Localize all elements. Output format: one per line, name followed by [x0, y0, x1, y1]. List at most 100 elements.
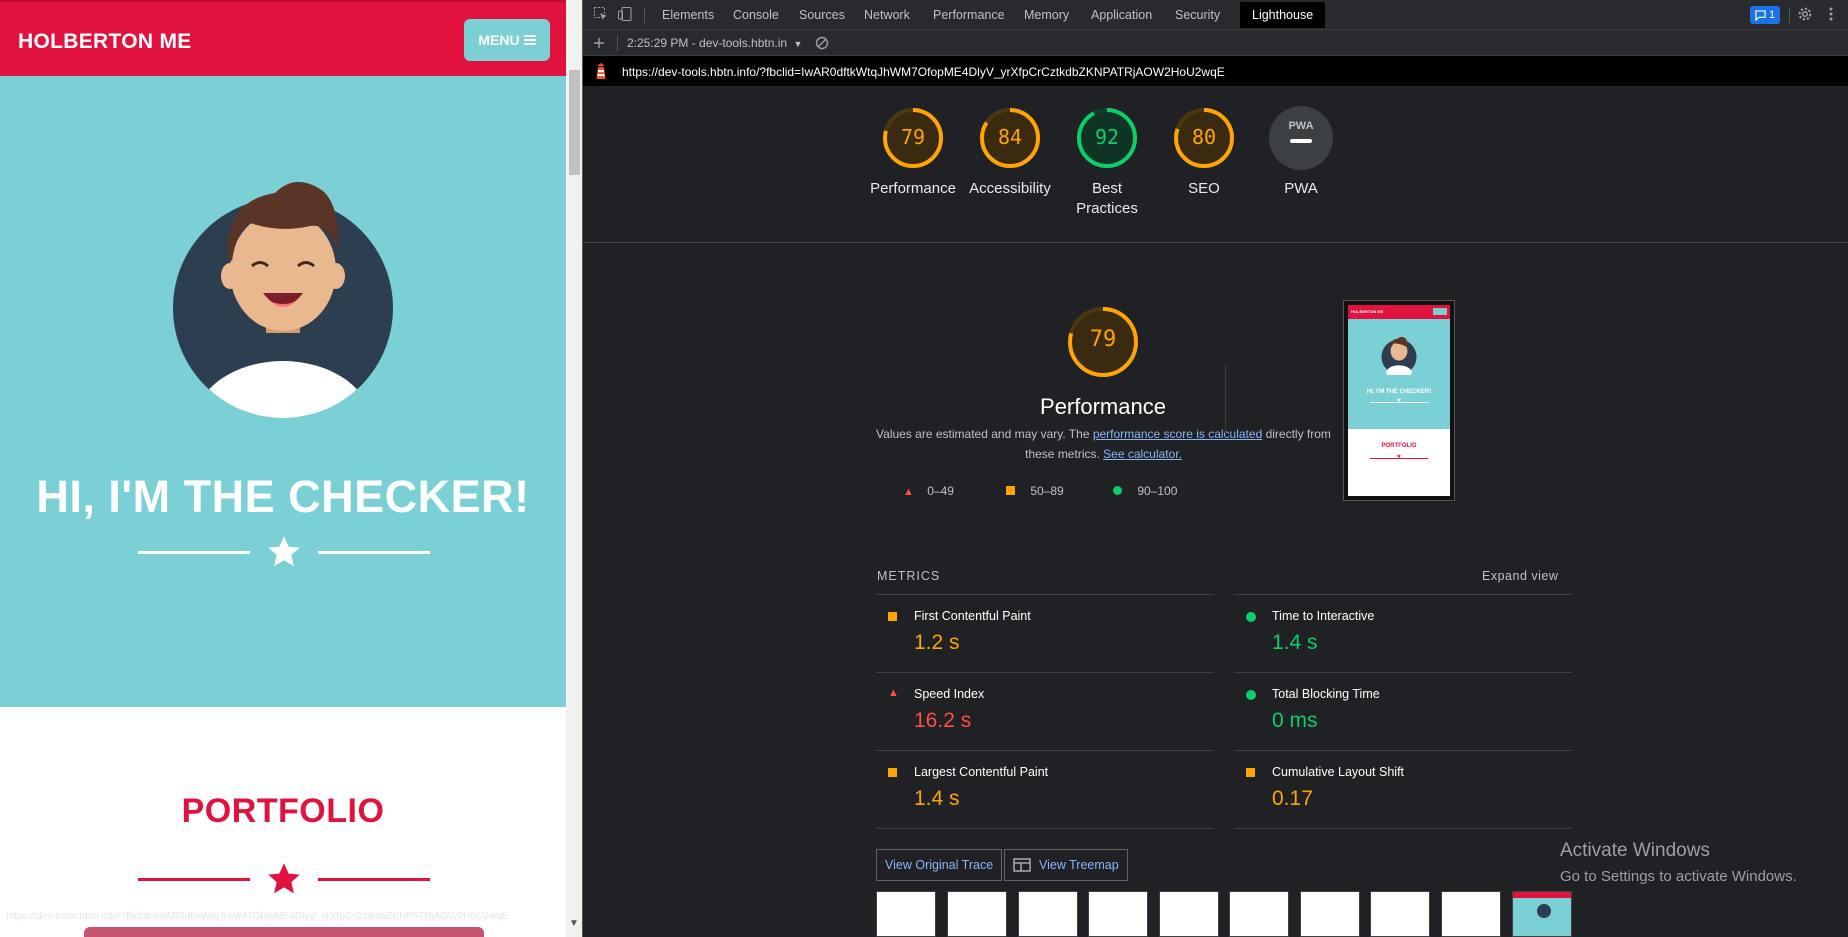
lighthouse-report: 79 Performance 84 Accessibility 92 Best …: [583, 86, 1848, 937]
portfolio-card-edge: [84, 927, 484, 937]
plus-icon[interactable]: [591, 35, 607, 51]
metric-value: 1.2 s: [914, 631, 960, 654]
gear-icon[interactable]: [1797, 6, 1813, 22]
filmstrip-frame: [1088, 891, 1148, 937]
expand-view-toggle[interactable]: Expand view: [1482, 569, 1558, 583]
thumb-star-icon: ★: [1396, 454, 1402, 460]
gauge-label: PWA: [1284, 180, 1318, 197]
metric-value: 0 ms: [1272, 709, 1318, 732]
toolbar-separator: [644, 7, 645, 23]
mobile-site-preview: HOLBERTON ME MENU HI, I'M THE CHECKER! P…: [0, 0, 583, 937]
metrics-bottom-rule: [1234, 828, 1572, 829]
issues-count: 1: [1768, 9, 1776, 21]
filmstrip-frame: [1018, 891, 1078, 937]
thumb-logo: HOLBERTON ME: [1351, 309, 1384, 314]
performance-score: 79: [1089, 327, 1117, 352]
pass-circle-icon: [1246, 612, 1256, 622]
hero-title: HI, I'M THE CHECKER!: [36, 471, 530, 522]
avatar-illustration: [173, 181, 393, 418]
gauge-pwa[interactable]: PWA PWA: [1246, 105, 1356, 199]
activate-windows-watermark: Activate Windows Go to Settings to activ…: [1560, 840, 1797, 885]
site-logo[interactable]: HOLBERTON ME: [18, 30, 192, 54]
metric-speed-index: ▲ Speed Index 16.2 s: [876, 672, 1214, 750]
report-url[interactable]: https://dev-tools.hbtn.info/?fbclid=IwAR…: [622, 65, 1225, 79]
gauge-seo[interactable]: 80 SEO: [1149, 105, 1259, 199]
clear-icon[interactable]: [814, 35, 830, 51]
performance-score-link[interactable]: performance score is calculated: [1093, 427, 1262, 441]
report-select-value: 2:25:29 PM - dev-tools.hbtn.in: [627, 36, 788, 50]
desc-text: Values are estimated and may vary. The: [876, 427, 1093, 441]
tab-application[interactable]: Application: [1091, 8, 1152, 22]
tab-memory[interactable]: Memory: [1024, 8, 1069, 22]
filmstrip-frame-final: [1512, 891, 1572, 937]
gauge-label: SEO: [1188, 180, 1220, 197]
thumb-star-icon: ★: [1396, 398, 1402, 404]
treemap-icon: [1013, 858, 1031, 872]
pwa-badge-icon: PWA: [1269, 106, 1333, 170]
inspect-element-icon[interactable]: [593, 6, 609, 22]
issues-badge[interactable]: 1: [1750, 6, 1780, 24]
metrics-heading: METRICS: [877, 569, 941, 583]
screen: HOLBERTON ME MENU HI, I'M THE CHECKER! P…: [0, 0, 1848, 937]
score-gauges: 79 Performance 84 Accessibility 92 Best …: [583, 86, 1848, 243]
gauge-best-practices[interactable]: 92 Best Practices: [1052, 105, 1162, 219]
site-header: HOLBERTON ME MENU: [0, 0, 566, 76]
triangle-icon: ▲: [903, 486, 914, 498]
filmstrip-frame: [1370, 891, 1430, 937]
legend-pass: 90–100: [1113, 484, 1177, 498]
scroll-down-arrow-icon[interactable]: ▼: [569, 918, 579, 929]
more-options-icon[interactable]: [1823, 6, 1839, 22]
final-screenshot[interactable]: HOLBERTON ME HI, I'M THE CHECKER! ★ PORT…: [1343, 300, 1455, 501]
see-calculator-link[interactable]: See calculator.: [1103, 447, 1182, 461]
tab-sources[interactable]: Sources: [799, 8, 845, 22]
pass-circle-icon: [1246, 690, 1256, 700]
fail-triangle-icon: ▲: [888, 687, 899, 699]
metric-name: Total Blocking Time: [1272, 687, 1380, 701]
scrollbar-thumb[interactable]: [569, 70, 580, 175]
devtools-tabbar: Elements Console Sources Network Perform…: [583, 0, 1848, 30]
lighthouse-logo-icon: [596, 63, 606, 79]
button-label: View Original Trace: [885, 858, 994, 872]
gauge-accessibility[interactable]: 84 Accessibility: [955, 105, 1065, 199]
tab-console[interactable]: Console: [733, 8, 779, 22]
site-scrollbar[interactable]: ▼: [566, 0, 582, 937]
star-icon: [268, 536, 300, 567]
performance-description: Values are estimated and may vary. The p…: [876, 424, 1331, 464]
square-icon: [1006, 486, 1015, 495]
status-url: https://dev-tools.hbtn.info/?fbclid=IwAR…: [6, 911, 509, 922]
thumb-avatar: [1381, 336, 1417, 375]
tab-security[interactable]: Security: [1175, 8, 1220, 22]
report-url-bar: https://dev-tools.hbtn.info/?fbclid=IwAR…: [583, 56, 1848, 86]
devtools-panel: Elements Console Sources Network Perform…: [583, 0, 1848, 937]
tab-network[interactable]: Network: [864, 8, 910, 22]
metric-total-blocking-time: Total Blocking Time 0 ms: [1234, 672, 1572, 750]
portfolio-divider: [138, 861, 430, 897]
average-square-icon: [888, 612, 897, 621]
menu-button[interactable]: MENU: [464, 19, 550, 61]
gauge-score: 84: [997, 125, 1023, 149]
circle-icon: [1113, 486, 1122, 495]
tab-lighthouse[interactable]: Lighthouse: [1240, 2, 1326, 28]
thumb-section-title: PORTFOLIO: [1381, 443, 1417, 449]
gauge-performance[interactable]: 79 Performance: [858, 105, 968, 199]
metric-time-to-interactive: Time to Interactive 1.4 s: [1234, 594, 1572, 672]
tab-elements[interactable]: Elements: [662, 8, 714, 22]
menu-label: MENU: [478, 32, 520, 48]
hero-divider: [138, 534, 430, 570]
screenshot-preview: HOLBERTON ME HI, I'M THE CHECKER! ★ PORT…: [1348, 305, 1450, 496]
gauge-label: Accessibility: [969, 180, 1051, 197]
tab-performance[interactable]: Performance: [933, 8, 1005, 22]
view-treemap-button[interactable]: View Treemap: [1004, 849, 1128, 881]
activate-subtitle: Go to Settings to activate Windows.: [1560, 868, 1797, 885]
filmstrip-frame: [1159, 891, 1219, 937]
thumb-hero: HI, I'M THE CHECKER! ★: [1348, 319, 1450, 429]
device-toolbar-icon[interactable]: [617, 6, 633, 22]
view-original-trace-button[interactable]: View Original Trace: [876, 849, 1003, 881]
divider-line: [318, 878, 430, 881]
average-square-icon: [888, 768, 897, 777]
film-avatar: [1537, 904, 1551, 918]
gauge-label: Best Practices: [1076, 180, 1138, 217]
report-select[interactable]: 2:25:29 PM - dev-tools.hbtn.in ▼: [627, 36, 802, 50]
gauge-label: Performance: [870, 180, 956, 197]
message-icon: [1755, 9, 1766, 21]
